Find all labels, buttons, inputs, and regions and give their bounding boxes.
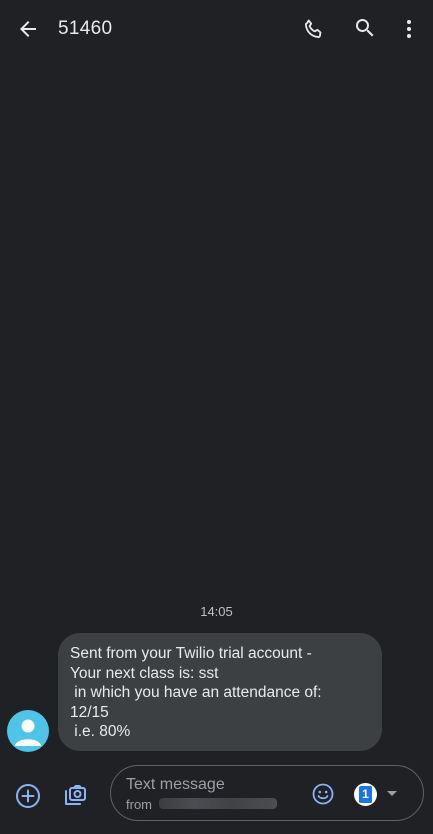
add-circle-icon: [16, 784, 40, 808]
sim-number: 1: [359, 786, 372, 803]
compose-placeholder[interactable]: Text message: [126, 776, 225, 794]
message-line: Sent from your Twilio trial account -: [70, 645, 312, 662]
redacted-sender-number: [159, 798, 277, 809]
incoming-message-bubble[interactable]: Sent from your Twilio trial account - Yo…: [58, 633, 382, 751]
emoji-button[interactable]: [307, 778, 339, 810]
call-button[interactable]: [294, 9, 334, 49]
chevron-down-icon[interactable]: [386, 790, 398, 798]
person-icon: [15, 719, 41, 746]
message-compose-field[interactable]: Text message from 1: [110, 765, 424, 821]
add-attachment-button[interactable]: [8, 776, 48, 816]
phone-icon: [304, 19, 322, 39]
more-vert-icon: [407, 20, 411, 38]
message-line: 12/15: [70, 703, 109, 721]
message-line: i.e. 80%: [70, 723, 131, 740]
contact-avatar[interactable]: [7, 710, 49, 752]
message-timestamp: 14:05: [200, 604, 233, 619]
conversation-title: 51460: [58, 18, 113, 39]
top-app-bar: 51460: [0, 0, 433, 58]
message-line: in which you have an attendance of:: [70, 684, 322, 701]
sim-selector[interactable]: 1: [354, 783, 377, 806]
search-icon: [356, 19, 374, 37]
back-button[interactable]: [8, 9, 48, 49]
emoji-icon: [312, 783, 334, 805]
search-button[interactable]: [345, 8, 385, 48]
message-line: Your next class is: sst: [70, 664, 219, 682]
messages-app: 51460 14:05 Sent from your Twilio trial …: [0, 0, 433, 834]
gallery-button[interactable]: [55, 776, 95, 816]
arrow-back-icon: [20, 21, 36, 37]
more-options-button[interactable]: [389, 9, 429, 49]
sender-label: from: [126, 797, 152, 812]
gallery-camera-icon: [65, 785, 86, 805]
